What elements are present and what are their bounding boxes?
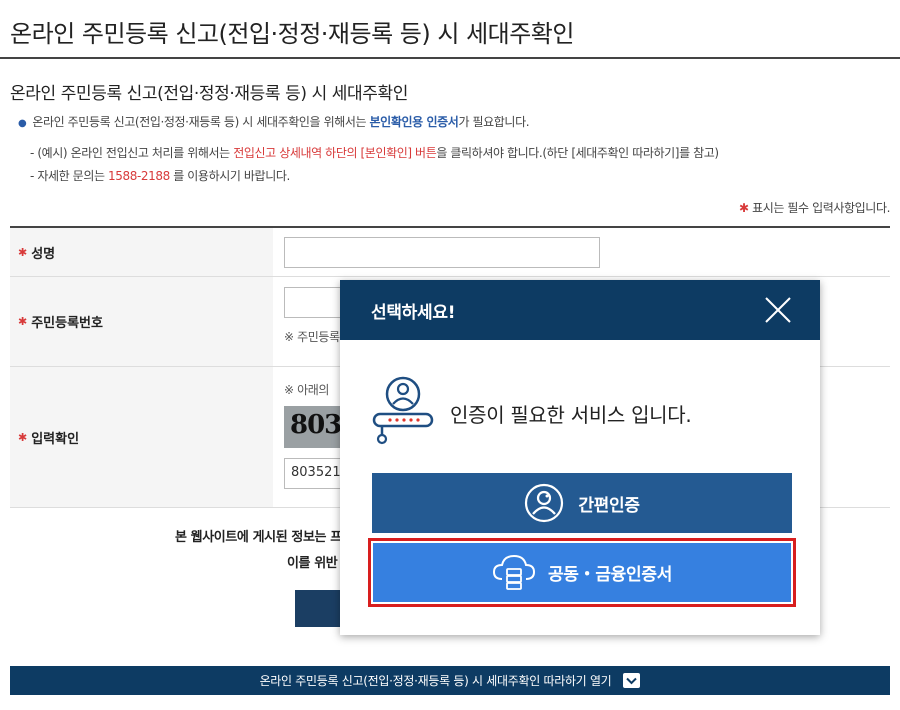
rrn-input[interactable] bbox=[284, 287, 344, 318]
auth-select-modal: 선택하세요! 인증이 필요한 서비스 입니다. 간편인증 공동・금융인증서 bbox=[340, 280, 820, 635]
info-line-1: ● 온라인 주민등록 신고(전입·정정·재등록 등) 시 세대주확인을 위해서는 … bbox=[18, 115, 530, 129]
follow-guide-toggle[interactable]: 온라인 주민등록 신고(전입·정정·재등록 등) 시 세대주확인 따라하기 열기 bbox=[10, 666, 890, 695]
required-star-icon: ✱ bbox=[18, 315, 28, 328]
modal-body: 인증이 필요한 서비스 입니다. 간편인증 공동・금융인증서 bbox=[340, 340, 820, 635]
joint-financial-cert-button[interactable]: 공동・금융인증서 bbox=[373, 543, 791, 602]
required-star-icon: ✱ bbox=[18, 430, 28, 444]
modal-title: 선택하세요! bbox=[371, 302, 456, 323]
user-circle-icon bbox=[524, 483, 564, 523]
rrn-label: ✱ 주민등록번호 bbox=[10, 277, 273, 366]
service-notice: 인증이 필요한 서비스 입니다. bbox=[372, 376, 692, 450]
cloud-server-icon bbox=[492, 553, 536, 593]
name-input[interactable] bbox=[284, 237, 600, 268]
info-line-2: - (예시) 온라인 전입신고 처리를 위해서는 전입신고 상세내역 하단의 [… bbox=[30, 146, 719, 160]
required-star-icon: ✱ bbox=[739, 201, 749, 215]
section-title: 온라인 주민등록 신고(전입·정정·재등록 등) 시 세대주확인 bbox=[10, 84, 409, 104]
simple-auth-button[interactable]: 간편인증 bbox=[372, 473, 792, 533]
title-divider bbox=[0, 57, 900, 59]
bullet-icon: ● bbox=[18, 118, 27, 129]
captcha-image: 8035 bbox=[284, 406, 344, 448]
modal-header: 선택하세요! bbox=[340, 280, 820, 340]
name-label: ✱ 성명 bbox=[10, 228, 273, 276]
chevron-down-icon bbox=[623, 673, 641, 688]
phone-number: 1588-2188 bbox=[108, 169, 170, 183]
notice-line-2: 이를 위반 bbox=[287, 556, 338, 571]
form-row-name: ✱ 성명 bbox=[10, 228, 890, 277]
required-star-icon: ✱ bbox=[18, 245, 28, 259]
close-icon[interactable] bbox=[764, 296, 792, 324]
required-note: ✱ 표시는 필수 입력사항입니다. bbox=[739, 201, 890, 215]
service-text: 인증이 필요한 서비스 입니다. bbox=[450, 402, 692, 427]
info-line-3: - 자세한 문의는 1588-2188 를 이용하시기 바랍니다. bbox=[30, 169, 290, 183]
captcha-input[interactable]: 803521 bbox=[284, 458, 344, 489]
user-key-icon bbox=[372, 376, 434, 450]
captcha-label: ✱ 입력확인 bbox=[10, 367, 273, 507]
notice-line-1: 본 웹사이트에 게시된 정보는 프 bbox=[175, 530, 342, 545]
page-title: 온라인 주민등록 신고(전입·정정·재등록 등) 시 세대주확인 bbox=[10, 20, 574, 48]
cert-button-highlight: 공동・금융인증서 bbox=[368, 538, 796, 607]
